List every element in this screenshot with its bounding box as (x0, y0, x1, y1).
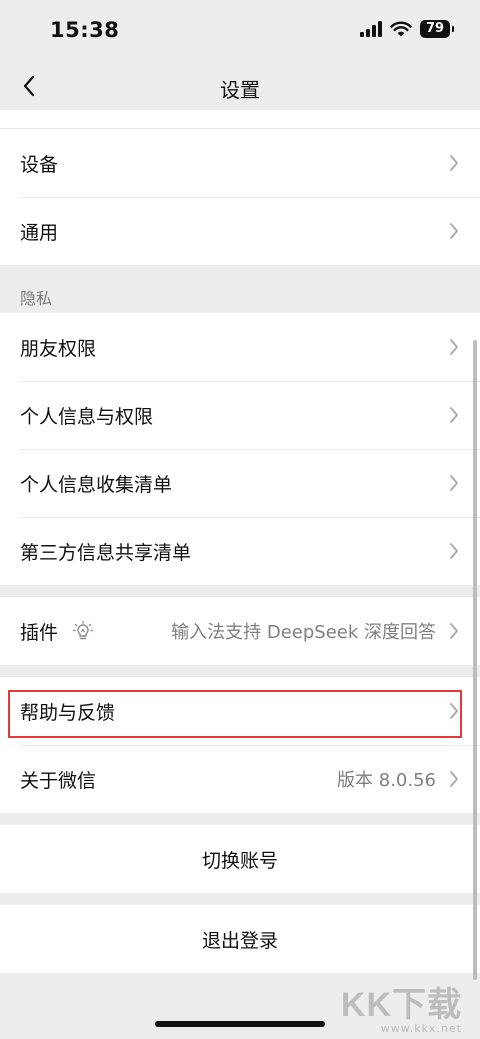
chevron-right-icon (450, 223, 458, 239)
chevron-right-icon (450, 703, 458, 719)
group-separator (0, 665, 480, 677)
list-top-edge (0, 110, 480, 129)
chevron-right-icon (450, 339, 458, 355)
group-separator (0, 585, 480, 597)
page-title: 设置 (220, 78, 260, 102)
watermark-logo: KK下载 (340, 986, 462, 1024)
settings-item-label: 朋友权限 (20, 337, 97, 360)
settings-list: 设备 通用 隐私 朋友权限 个人信息与权限 个人信息收集清单 第三方信息共享清单… (0, 110, 480, 973)
plugins-group: 插件 输入法支持 DeepSeek 深度回答 (0, 597, 480, 665)
nav-bar: 设置 (0, 62, 480, 110)
settings-screen: 15:38 79 设置 设备 通用 隐私 朋友权限 个人信息与权限 个人信息收集… (0, 0, 480, 1039)
settings-item-general[interactable]: 通用 (0, 197, 480, 265)
switch-account-button[interactable]: 切换账号 (0, 825, 480, 893)
status-icons: 79 (360, 20, 454, 38)
chevron-right-icon (450, 543, 458, 559)
chevron-right-icon (450, 623, 458, 639)
settings-item-label: 插件 (20, 621, 59, 644)
settings-item-personal-info-permissions[interactable]: 个人信息与权限 (0, 381, 480, 449)
settings-item-label: 帮助与反馈 (20, 701, 116, 724)
settings-item-friend-permissions[interactable]: 朋友权限 (0, 313, 480, 381)
settings-item-label: 通用 (20, 221, 59, 244)
version-value: 版本 8.0.56 (337, 770, 436, 791)
section-label: 隐私 (20, 289, 53, 308)
home-indicator[interactable] (155, 1021, 325, 1027)
group-separator (0, 813, 480, 825)
cellular-signal-icon (360, 21, 382, 37)
group-separator (0, 893, 480, 905)
settings-item-label: 个人信息与权限 (20, 405, 154, 428)
chevron-right-icon (450, 771, 458, 787)
watermark: KK下载 www.kkx.net (341, 977, 462, 1035)
settings-item-label: 设备 (20, 153, 59, 176)
lightbulb-icon (72, 620, 94, 640)
settings-item-devices[interactable]: 设备 (0, 129, 480, 197)
logout-button[interactable]: 退出登录 (0, 905, 480, 973)
status-bar: 15:38 79 (0, 0, 480, 62)
settings-item-help-feedback[interactable]: 帮助与反馈 (0, 677, 480, 745)
chevron-right-icon (450, 475, 458, 491)
privacy-group: 朋友权限 个人信息与权限 个人信息收集清单 第三方信息共享清单 (0, 313, 480, 585)
chevron-right-icon (450, 407, 458, 423)
settings-item-personal-info-collection[interactable]: 个人信息收集清单 (0, 449, 480, 517)
settings-item-label: 关于微信 (20, 769, 97, 792)
status-time: 15:38 (50, 18, 120, 42)
battery-icon: 79 (420, 20, 454, 38)
help-group: 帮助与反馈 关于微信 版本 8.0.56 (0, 677, 480, 813)
settings-item-third-party-sharing[interactable]: 第三方信息共享清单 (0, 517, 480, 585)
scrollbar[interactable] (473, 340, 477, 980)
privacy-section-header: 隐私 (0, 265, 480, 313)
settings-item-plugins[interactable]: 插件 输入法支持 DeepSeek 深度回答 (0, 597, 480, 665)
wifi-icon (390, 21, 412, 37)
settings-item-about-wechat[interactable]: 关于微信 版本 8.0.56 (0, 745, 480, 813)
settings-item-label: 第三方信息共享清单 (20, 541, 192, 564)
chevron-right-icon (450, 155, 458, 171)
settings-item-label: 个人信息收集清单 (20, 473, 173, 496)
device-group: 设备 通用 (0, 129, 480, 265)
plugins-value: 输入法支持 DeepSeek 深度回答 (171, 622, 436, 643)
